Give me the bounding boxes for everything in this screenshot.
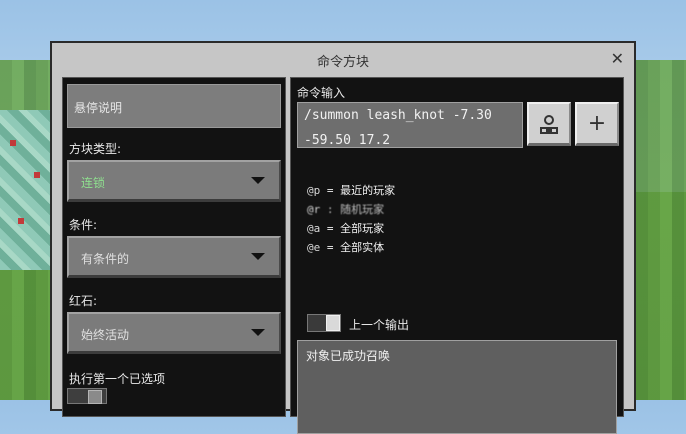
selector-line: @a = 全部玩家 bbox=[307, 222, 385, 235]
previous-output-toggle[interactable] bbox=[307, 314, 341, 332]
selector-line: @p = 最近的玩家 bbox=[307, 184, 396, 197]
block-type-label: 方块类型: bbox=[69, 142, 122, 156]
execute-first-toggle[interactable] bbox=[67, 388, 107, 404]
command-input-label: 命令输入 bbox=[297, 86, 346, 100]
close-icon[interactable]: ✕ bbox=[611, 49, 624, 69]
condition-value: 有条件的 bbox=[81, 252, 130, 266]
block-type-dropdown[interactable]: 连锁 bbox=[67, 160, 281, 202]
block-pixel bbox=[34, 172, 40, 178]
block-pixel bbox=[10, 140, 16, 146]
hover-note-text: 悬停说明 bbox=[74, 101, 123, 115]
selector-button[interactable] bbox=[527, 102, 571, 146]
redstone-dropdown[interactable]: 始终活动 bbox=[67, 312, 281, 354]
command-line-1: /summon leash_knot -7.30 bbox=[304, 108, 492, 123]
redstone-label: 红石: bbox=[69, 294, 98, 308]
command-block-window: 命令方块 ✕ 悬停说明 方块类型: 连锁 条件: 有条件的 红石: 始终活动 执… bbox=[50, 41, 636, 434]
selector-line: @r : 随机玩家 bbox=[307, 203, 385, 216]
condition-dropdown[interactable]: 有条件的 bbox=[67, 236, 281, 278]
selector-line: @e = 全部实体 bbox=[307, 241, 385, 254]
add-button[interactable]: + bbox=[575, 102, 619, 146]
previous-output-label: 上一个输出 bbox=[349, 318, 410, 332]
previous-output-box: 对象已成功召唤 bbox=[297, 340, 617, 434]
command-panel: 命令输入 /summon leash_knot -7.30 -59.50 17.… bbox=[290, 77, 624, 434]
chevron-down-icon bbox=[251, 253, 265, 260]
block-type-value: 连锁 bbox=[81, 176, 106, 190]
hover-note-box: 悬停说明 bbox=[67, 84, 281, 128]
block-pixel bbox=[18, 218, 24, 224]
plus-icon: + bbox=[587, 111, 607, 136]
redstone-value: 始终活动 bbox=[81, 328, 130, 342]
previous-output-text: 对象已成功召唤 bbox=[306, 349, 391, 363]
condition-label: 条件: bbox=[69, 218, 98, 232]
chevron-down-icon bbox=[251, 177, 265, 184]
toggle-knob bbox=[88, 390, 102, 404]
window-title: 命令方块 bbox=[316, 55, 369, 70]
person-select-icon bbox=[540, 114, 558, 134]
titlebar: 命令方块 ✕ bbox=[52, 43, 634, 77]
execute-first-label: 执行第一个已选项 bbox=[69, 372, 166, 386]
background-block bbox=[0, 110, 56, 270]
settings-panel: 悬停说明 方块类型: 连锁 条件: 有条件的 红石: 始终活动 执行第一个已选项 bbox=[62, 77, 286, 417]
toggle-knob bbox=[326, 315, 340, 331]
chevron-down-icon bbox=[251, 329, 265, 336]
command-line-2: -59.50 17.2 bbox=[304, 133, 391, 148]
command-input[interactable]: /summon leash_knot -7.30 -59.50 17.2 bbox=[297, 102, 523, 148]
